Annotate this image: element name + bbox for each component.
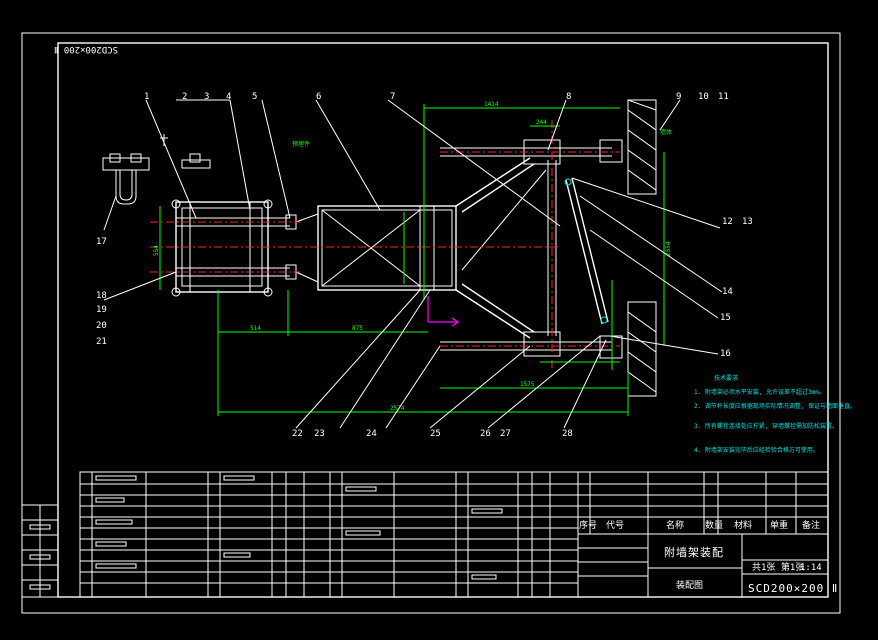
notes-heading: 技术要求 (714, 374, 738, 382)
callout-2: 2 (182, 92, 187, 102)
dim-left-vertical: 554 (153, 245, 160, 256)
drawing-svg: SCD200×200 Ⅱ 1414 244 514 875 1575 2574 … (21, 32, 856, 614)
dim-top-small: 244 (536, 119, 547, 126)
header-name: 名称 (666, 519, 684, 531)
callout-1: 1 (144, 92, 149, 102)
callout-24: 24 (366, 429, 377, 439)
header-seq: 序号 (579, 519, 597, 531)
dim-top-span: 1414 (484, 101, 499, 108)
callout-4: 4 (226, 92, 231, 102)
axis-marker (427, 296, 460, 327)
wall-tag: 墙体 (660, 128, 672, 136)
dim-mid: 875 (352, 325, 363, 332)
callout-17: 17 (96, 237, 107, 247)
callout-27: 27 (500, 429, 511, 439)
drawing-subtitle: 装配图 (676, 579, 703, 591)
leader-lines (103, 99, 723, 429)
callout-18: 18 (96, 291, 107, 301)
dimension-lines (159, 104, 665, 416)
callout-10: 10 (698, 92, 709, 102)
note-4: 4. 附墙架安装完毕后应经检验合格方可使用。 (694, 446, 819, 454)
note-3: 3. 所有螺栓连接处应拧紧, 穿墙螺栓需加防松装置。 (694, 422, 838, 430)
header-qty: 数量 (705, 519, 723, 531)
dim-left-mid: 514 (250, 325, 261, 332)
callout-26: 26 (480, 429, 491, 439)
assembly-view: 1414 244 514 875 1575 2574 554 2554 预埋件 … (96, 92, 753, 439)
callout-21: 21 (96, 337, 107, 347)
sheet-label: 共1张 第1张 (752, 561, 804, 573)
callout-14: 14 (722, 287, 733, 297)
callout-16: 16 (720, 349, 731, 359)
header-material: 材料 (734, 519, 752, 531)
wall-top (627, 99, 657, 195)
clamp-frame (171, 199, 297, 297)
title-block: 序号 代号 名称 数量 材料 单重 备注 附墙架装配 装配图 1:14 共1张 … (577, 471, 838, 598)
callout-6: 6 (316, 92, 321, 102)
callout-13: 13 (742, 217, 753, 227)
cad-drawing-canvas: SCD200×200 Ⅱ 1414 244 514 875 1575 2574 … (0, 0, 878, 636)
callout-22: 22 (292, 429, 303, 439)
callout-25: 25 (430, 429, 441, 439)
note-2: 2. 调节杆长度应根据现场实际情况调整, 保证与墙面垂直。 (694, 402, 856, 410)
technical-notes: 技术要求 1. 附墙架必须水平安装, 允许误差不超过3mm。 2. 调节杆长度应… (694, 374, 856, 454)
dim-bottom-right: 1575 (520, 381, 535, 388)
corner-drawing-number: SCD200×200 Ⅱ (54, 44, 118, 54)
drawing-title: 附墙架装配 (664, 545, 724, 559)
binding-strip (21, 504, 59, 598)
callout-3: 3 (204, 92, 209, 102)
callout-11: 11 (718, 92, 729, 102)
callout-7: 7 (390, 92, 395, 102)
header-remark: 备注 (802, 519, 820, 531)
parts-list (79, 471, 579, 598)
truss (440, 139, 623, 359)
wall-bottom (627, 301, 657, 397)
u-bolt-detail (102, 134, 211, 205)
callout-28: 28 (562, 429, 573, 439)
inner-border (57, 42, 829, 598)
callout-8: 8 (566, 92, 571, 102)
weld-tag: 预埋件 (292, 140, 310, 148)
callout-15: 15 (720, 313, 731, 323)
header-code: 代号 (606, 520, 624, 531)
center-frame (295, 205, 457, 291)
callout-20: 20 (96, 321, 107, 331)
callout-5: 5 (252, 92, 257, 102)
header-unit-weight: 单重 (770, 519, 788, 531)
drawing-number: SCD200×200 Ⅱ (748, 582, 838, 595)
note-1: 1. 附墙架必须水平安装, 允许误差不超过3mm。 (694, 388, 825, 396)
callout-9: 9 (676, 92, 681, 102)
callout-12: 12 (722, 217, 733, 227)
callout-19: 19 (96, 305, 107, 315)
callout-23: 23 (314, 429, 325, 439)
